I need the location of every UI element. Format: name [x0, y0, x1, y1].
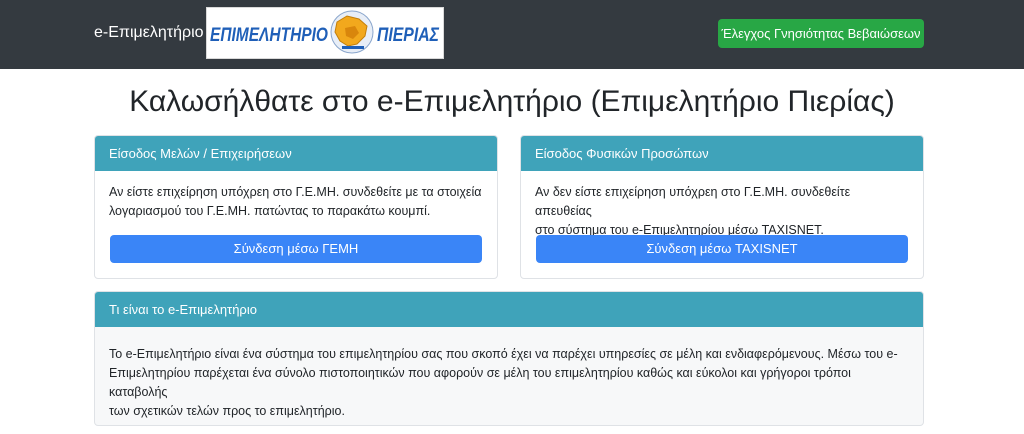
gemi-login-button[interactable]: Σύνδεση μέσω ΓΕΜΗ	[110, 235, 482, 263]
taxisnet-login-button[interactable]: Σύνδεση μέσω TAXISNET	[536, 235, 908, 263]
persons-login-card: Είσοδος Φυσικών Προσώπων Αν δεν είστε επ…	[520, 135, 924, 279]
chamber-logo-image: ΕΠΙΜΕΛΗΤΗΡΙΟ ΠΙΕΡΙΑΣ	[210, 10, 440, 54]
brand-link[interactable]: e-Επιμελητήριο	[94, 23, 204, 43]
persons-card-text-line-1: Αν δεν είστε επιχείρηση υπόχρεη στο Γ.Ε.…	[535, 185, 851, 218]
top-navbar: e-Επιμελητήριο ΕΠΙΜΕΛΗΤΗΡΙΟ ΠΙΕΡΙΑΣ Έλεγ…	[0, 0, 1024, 69]
members-card-header: Είσοδος Μελών / Επιχειρήσεων	[95, 136, 497, 171]
logo-text-left: ΕΠΙΜΕΛΗΤΗΡΙΟ	[210, 25, 328, 46]
about-card-header: Τι είναι το e-Επιμελητήριο	[95, 292, 923, 327]
members-card-text-line-2: λογαριασμού του Γ.Ε.ΜΗ. πατώντας το παρα…	[109, 204, 431, 218]
logo-text-right: ΠΙΕΡΙΑΣ	[377, 25, 440, 46]
chamber-logo[interactable]: ΕΠΙΜΕΛΗΤΗΡΙΟ ΠΙΕΡΙΑΣ	[206, 7, 444, 59]
about-text-line-3: των σχετικών τελών προς το επιμελητήριο.	[109, 404, 345, 418]
members-login-card: Είσοδος Μελών / Επιχειρήσεων Αν είστε επ…	[94, 135, 498, 279]
members-card-text-line-1: Αν είστε επιχείρηση υπόχρεη στο Γ.Ε.ΜΗ. …	[109, 185, 482, 199]
verify-certificates-button[interactable]: Έλεγχος Γνησιότητας Βεβαιώσεων	[718, 19, 924, 48]
about-text-line-2: Επιμελητηρίου παρέχεται ένα σύνολο πιστο…	[109, 366, 851, 399]
about-card: Τι είναι το e-Επιμελητήριο Το e-Επιμελητ…	[94, 291, 924, 426]
page-title: Καλωσήλθατε στο e-Επιμελητήριο (Επιμελητ…	[129, 85, 895, 118]
about-card-body: Το e-Επιμελητήριο είναι ένα σύστημα του …	[95, 327, 923, 425]
about-text-line-1: Το e-Επιμελητήριο είναι ένα σύστημα του …	[109, 347, 898, 361]
members-card-body: Αν είστε επιχείρηση υπόχρεη στο Γ.Ε.ΜΗ. …	[95, 171, 497, 233]
persons-card-header: Είσοδος Φυσικών Προσώπων	[521, 136, 923, 171]
